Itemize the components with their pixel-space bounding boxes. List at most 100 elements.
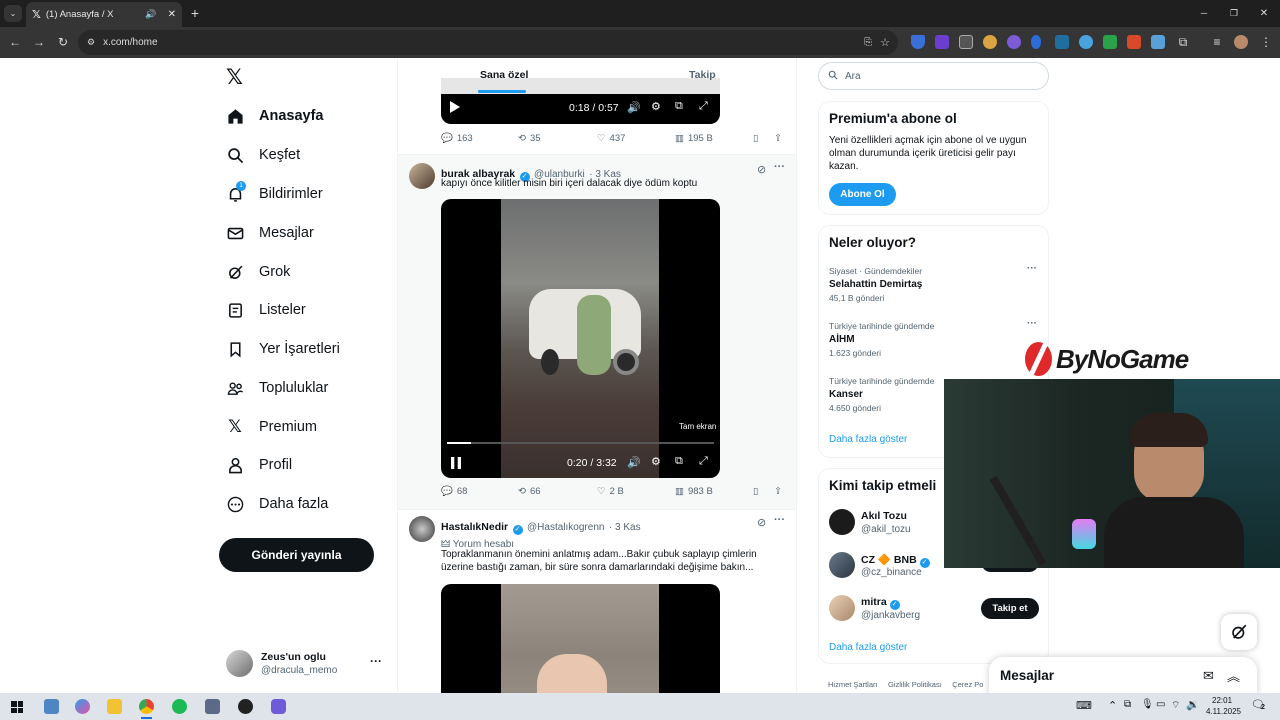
restore-button[interactable]: ❐	[1224, 4, 1244, 22]
like-button[interactable]: ♡ 437	[597, 133, 625, 144]
expand-icon[interactable]: ︽	[1227, 666, 1240, 685]
volume-icon[interactable]: 🔊	[627, 456, 641, 469]
new-tab-button[interactable]: +	[188, 4, 202, 22]
x-logo-icon[interactable]: 𝕏	[226, 65, 248, 89]
reading-list-icon[interactable]: ≡	[1209, 34, 1225, 50]
repost-button[interactable]: ⟲ 35	[518, 133, 541, 144]
footer-link[interactable]: Hizmet Şartları	[828, 680, 878, 689]
nav-home[interactable]: Anasayfa	[226, 101, 323, 131]
tab-search-button[interactable]: ⌄	[4, 5, 22, 22]
tweet-date[interactable]: · 3 Kas	[609, 522, 641, 533]
clock-date[interactable]: 4.11.2025	[1206, 707, 1241, 716]
site-info-icon[interactable]: ⚙	[87, 37, 95, 48]
extension-icon[interactable]	[935, 35, 949, 49]
tab-following[interactable]: Takip	[689, 69, 716, 81]
taskbar-app-icon[interactable]	[271, 699, 286, 714]
close-window-button[interactable]: ✕	[1254, 4, 1274, 22]
more-dots-icon[interactable]: ···	[774, 161, 785, 173]
follow-button[interactable]: Takip et	[981, 598, 1039, 619]
repost-button[interactable]: ⟲ 66	[518, 486, 541, 497]
clock-time[interactable]: 22:01	[1212, 696, 1232, 705]
like-button[interactable]: ♡ 2 B	[597, 486, 624, 497]
back-arrow-icon[interactable]: ←	[6, 33, 24, 51]
spotify-icon[interactable]	[172, 699, 187, 714]
extension-icon[interactable]	[1079, 35, 1093, 49]
star-icon[interactable]: ☆	[880, 36, 890, 49]
footer-link[interactable]: Gizlilik Politikası	[888, 680, 942, 689]
nav-explore[interactable]: Keşfet	[226, 140, 300, 170]
footer-link[interactable]: Çerez Po	[952, 680, 983, 689]
messages-drawer[interactable]: Mesajlar ✉ ︽	[989, 657, 1257, 697]
extension-icon[interactable]	[1127, 35, 1141, 49]
tweet[interactable]: HastalıkNedir ✓ @Hastalıkogrenn · 3 Kas …	[398, 510, 796, 693]
video-player[interactable]: Tam ekran 0:20 / 3:32 🔊 ⚙ ⧉ ⤢	[441, 199, 720, 478]
subscribe-button[interactable]: Abone Ol	[829, 183, 896, 206]
fullscreen-icon[interactable]: ⤢	[699, 100, 708, 113]
more-dots-icon[interactable]: ···	[370, 654, 382, 668]
more-dots-icon[interactable]: ···	[1027, 318, 1037, 329]
extension-icon[interactable]	[983, 35, 997, 49]
taskbar-app-icon[interactable]	[44, 699, 59, 714]
extension-icon[interactable]	[1031, 35, 1041, 49]
tray-chevron-icon[interactable]: ⌃	[1108, 699, 1117, 712]
nav-profile[interactable]: Profil	[226, 450, 292, 480]
reply-button[interactable]: 💬 68	[441, 486, 467, 497]
volume-icon[interactable]: 🔉	[1186, 698, 1200, 711]
more-dots-icon[interactable]: ···	[774, 514, 785, 526]
grok-floating-button[interactable]	[1221, 614, 1257, 650]
notification-center-icon[interactable]: 🗨 2	[1251, 698, 1271, 716]
show-more-link[interactable]: Daha fazla göster	[829, 434, 907, 445]
nav-grok[interactable]: Grok	[226, 257, 290, 287]
wifi-icon[interactable]: ⌔	[1171, 699, 1180, 712]
battery-icon[interactable]: ▭	[1156, 699, 1165, 710]
extension-icon[interactable]	[959, 35, 973, 49]
microphone-icon[interactable]: 🎙	[1141, 699, 1154, 710]
address-bar[interactable]: ⚙ x.com/home ⎘ ☆	[78, 30, 898, 55]
keyboard-icon[interactable]: ⌨	[1076, 699, 1092, 712]
pip-icon[interactable]: ⧉	[675, 455, 683, 468]
progress-track[interactable]	[447, 442, 714, 444]
play-icon[interactable]	[450, 101, 460, 116]
extension-icon[interactable]	[1151, 35, 1165, 49]
nav-communities[interactable]: Topluluklar	[226, 373, 328, 403]
new-message-icon[interactable]: ✉	[1203, 668, 1214, 684]
grok-icon[interactable]: ⊘	[757, 163, 766, 176]
fullscreen-icon[interactable]: ⤢	[699, 455, 708, 468]
settings-gear-icon[interactable]: ⚙	[651, 100, 661, 113]
nav-bookmarks[interactable]: Yer İşaretleri	[226, 334, 340, 364]
reply-button[interactable]: 💬 163	[441, 133, 473, 144]
pause-icon[interactable]	[451, 457, 461, 472]
author-handle[interactable]: @Hastalıkogrenn	[527, 522, 604, 533]
follow-suggestion[interactable]: mitra ✓ @jankavberg Takip et	[829, 594, 1039, 624]
nav-notifications[interactable]: 1 Bildirimler	[226, 179, 323, 209]
trend-item[interactable]: Türkiye tarihinde gündemde AİHM 1.623 gö…	[829, 318, 1039, 358]
share-icon[interactable]: ⇪	[774, 133, 782, 144]
speaker-icon[interactable]: 🔊	[145, 9, 156, 20]
minimize-button[interactable]: ─	[1194, 4, 1214, 22]
extension-shield-icon[interactable]	[911, 35, 925, 49]
nav-more[interactable]: Daha fazla	[226, 489, 328, 519]
tab-for-you[interactable]: Sana özel	[480, 69, 528, 81]
trend-item[interactable]: Siyaset · Gündemdekiler Selahattin Demir…	[829, 263, 1039, 303]
taskbar-app-icon[interactable]	[75, 699, 90, 714]
windows-start-icon[interactable]	[11, 701, 23, 713]
forward-arrow-icon[interactable]: →	[30, 33, 48, 51]
tab-close-icon[interactable]: ✕	[168, 9, 176, 20]
bookmark-icon[interactable]: ▯	[753, 486, 758, 497]
profile-avatar[interactable]	[1234, 35, 1248, 49]
reload-icon[interactable]: ↻	[54, 33, 72, 51]
nav-messages[interactable]: Mesajlar	[226, 218, 314, 248]
show-more-link[interactable]: Daha fazla göster	[829, 642, 907, 653]
settings-gear-icon[interactable]: ⚙	[651, 455, 661, 468]
bookmark-icon[interactable]: ▯	[753, 133, 758, 144]
install-icon[interactable]: ⎘	[864, 37, 872, 48]
account-switcher[interactable]: Zeus'un oglu @dracula_memo ···	[226, 648, 386, 680]
post-button[interactable]: Gönderi yayınla	[219, 538, 374, 572]
more-dots-icon[interactable]: ···	[1027, 263, 1037, 274]
share-icon[interactable]: ⇪	[774, 486, 782, 497]
taskbar-app-icon[interactable]	[205, 699, 220, 714]
extension-icon[interactable]	[1103, 35, 1117, 49]
grok-icon[interactable]: ⊘	[757, 516, 766, 529]
menu-kebab-icon[interactable]: ⋮	[1259, 34, 1273, 50]
views-button[interactable]: ▥ 195 B	[675, 133, 713, 144]
